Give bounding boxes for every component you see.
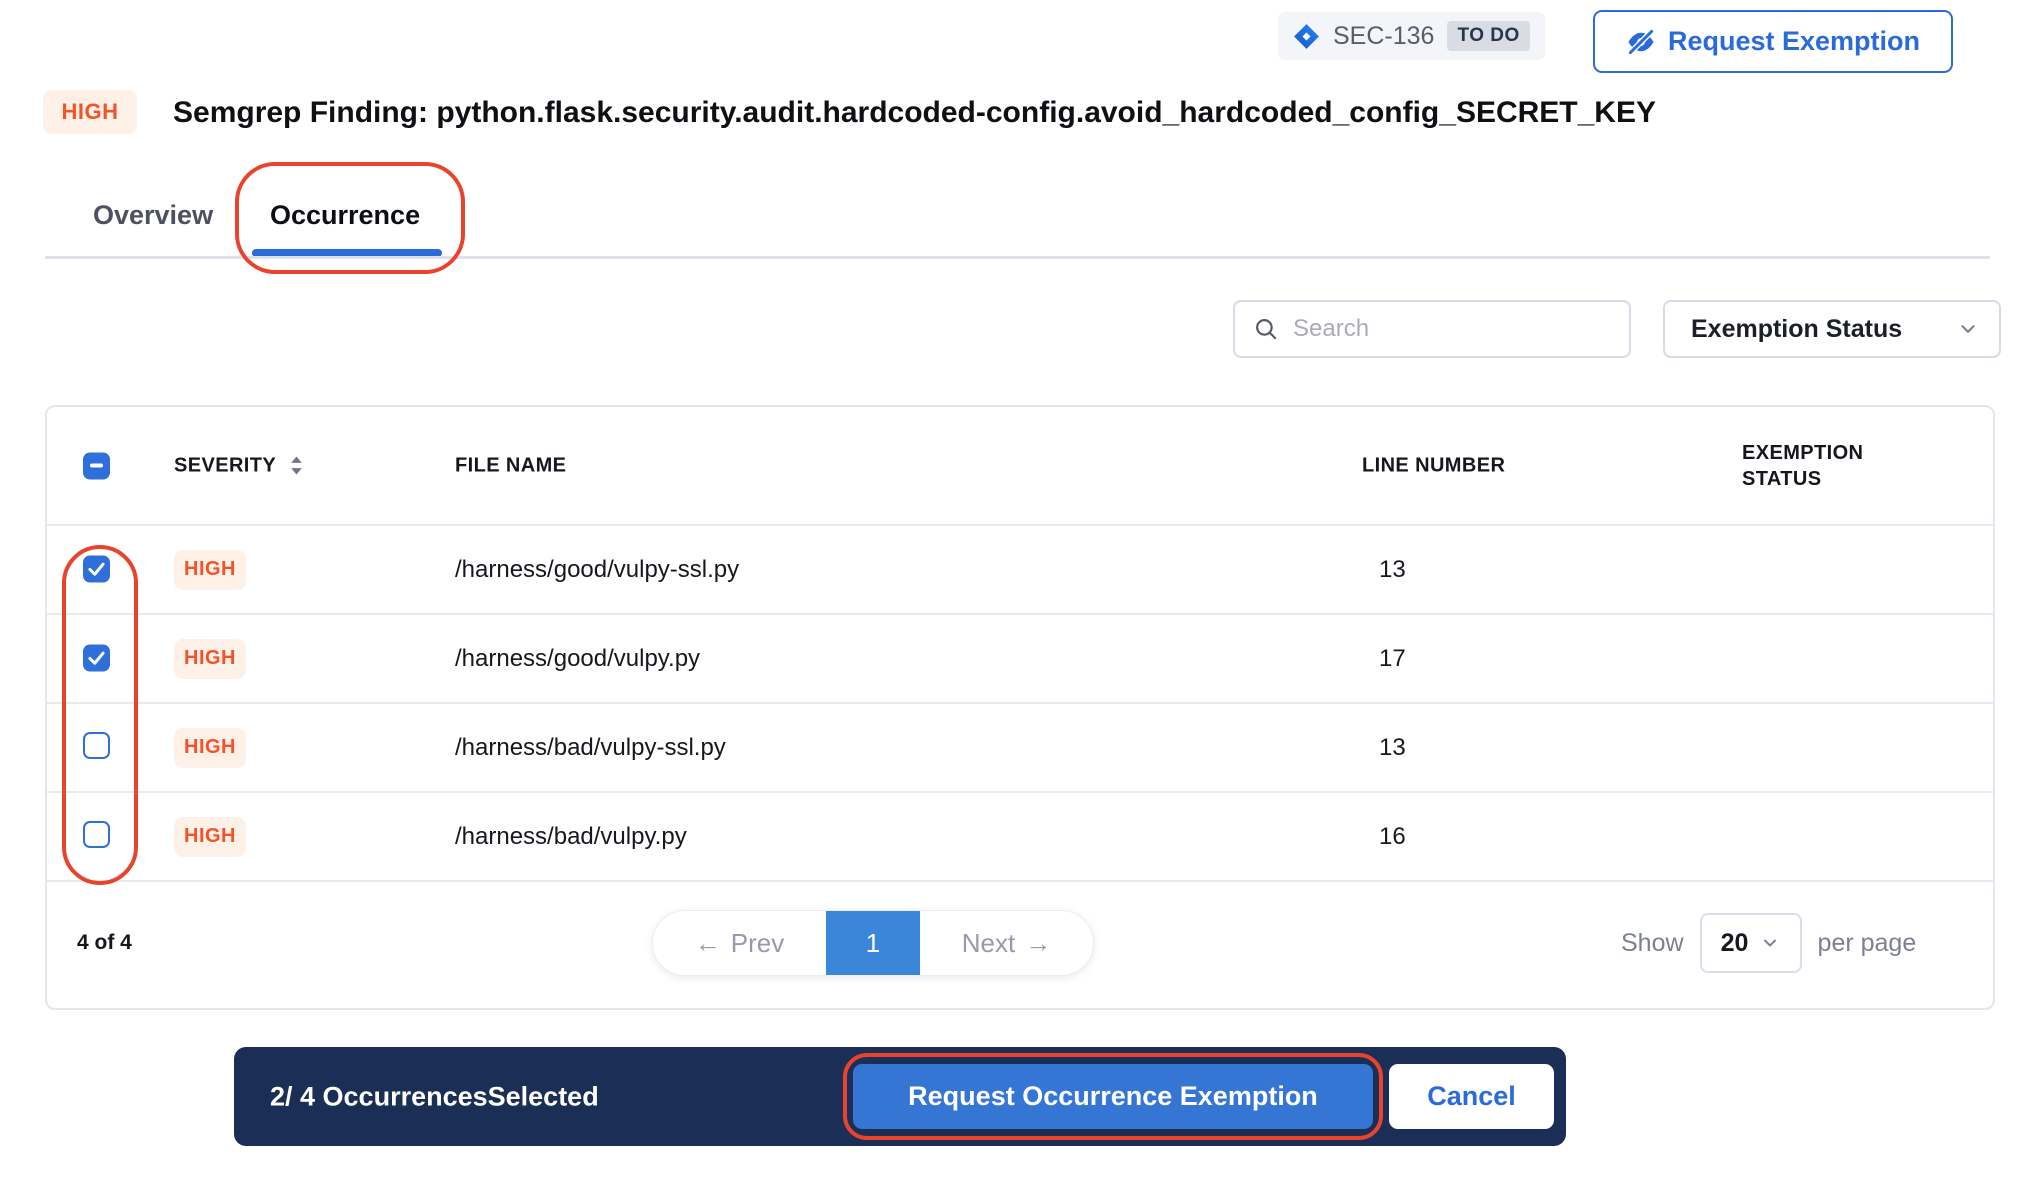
column-header-exemption-status: EXEMPTION STATUS <box>1742 440 1907 492</box>
request-exemption-label: Request Exemption <box>1668 26 1920 57</box>
jira-issue-key: SEC-136 <box>1333 22 1434 51</box>
line-number-cell: 16 <box>1379 823 1406 851</box>
next-label: Next <box>962 928 1015 959</box>
prev-label: Prev <box>731 928 784 959</box>
file-name-cell: /harness/bad/vulpy.py <box>455 823 687 851</box>
line-number-cell: 13 <box>1379 734 1406 762</box>
file-name-cell: /harness/good/vulpy.py <box>455 645 700 673</box>
pagination: ← Prev 1 Next → <box>652 910 1094 976</box>
jira-issue-chip[interactable]: SEC-136 TO DO <box>1278 12 1545 60</box>
tabs-divider <box>45 256 1990 259</box>
arrow-left-icon: ← <box>695 928 721 959</box>
selection-action-bar: 2/ 4 OccurrencesSelected Request Occurre… <box>234 1047 1566 1146</box>
table-row[interactable]: HIGH /harness/good/vulpy.py 17 <box>47 615 1993 704</box>
row-checkbox[interactable] <box>83 555 110 582</box>
table-row[interactable]: HIGH /harness/good/vulpy-ssl.py 13 <box>47 526 1993 615</box>
row-count: 4 of 4 <box>77 931 132 955</box>
tab-overview[interactable]: Overview <box>93 200 213 231</box>
chevron-down-icon <box>1957 318 1979 340</box>
severity-badge: HIGH <box>174 817 246 857</box>
line-number-cell: 17 <box>1379 645 1406 673</box>
column-header-line-number: LINE NUMBER <box>1362 454 1505 477</box>
next-page-button[interactable]: Next → <box>920 911 1093 975</box>
per-page-label: per page <box>1818 929 1917 958</box>
page-size-control: Show 20 per page <box>1621 913 1916 973</box>
column-header-severity: SEVERITY <box>174 454 276 477</box>
table-header-row: SEVERITY FILE NAME LINE NUMBER EXEMPTION… <box>47 407 1993 526</box>
page-size-select[interactable]: 20 <box>1700 913 1802 973</box>
page-size-value: 20 <box>1721 929 1749 958</box>
severity-badge: HIGH <box>174 639 246 679</box>
row-checkbox[interactable] <box>83 644 110 671</box>
finding-details-page: SEC-136 TO DO Request Exemption HIGH Sem… <box>0 0 2030 1198</box>
selection-count-text: 2/ 4 OccurrencesSelected <box>270 1081 599 1112</box>
table-footer: 4 of 4 ← Prev 1 Next → Show 20 <box>47 882 1993 1004</box>
request-occurrence-exemption-button[interactable]: Request Occurrence Exemption <box>853 1064 1373 1129</box>
occurrences-table: SEVERITY FILE NAME LINE NUMBER EXEMPTION… <box>45 405 1995 1010</box>
severity-badge: HIGH <box>174 728 246 768</box>
file-name-cell: /harness/good/vulpy-ssl.py <box>455 556 739 584</box>
line-number-cell: 13 <box>1379 556 1406 584</box>
eye-slash-icon <box>1626 27 1656 57</box>
current-page-button[interactable]: 1 <box>826 911 920 975</box>
tab-occurrence[interactable]: Occurrence <box>270 200 420 231</box>
search-box <box>1233 300 1631 358</box>
search-icon <box>1253 316 1279 342</box>
chevron-down-icon <box>1760 933 1780 953</box>
request-exemption-button[interactable]: Request Exemption <box>1593 10 1953 73</box>
sort-icon[interactable] <box>290 457 303 475</box>
search-input[interactable] <box>1293 315 1611 343</box>
select-all-checkbox[interactable] <box>83 452 110 479</box>
table-body: HIGH /harness/good/vulpy-ssl.py 13 HIGH … <box>47 526 1993 882</box>
page-title: Semgrep Finding: python.flask.security.a… <box>173 96 1656 130</box>
arrow-right-icon: → <box>1025 928 1051 959</box>
cancel-button[interactable]: Cancel <box>1389 1064 1554 1129</box>
table-row[interactable]: HIGH /harness/bad/vulpy-ssl.py 13 <box>47 704 1993 793</box>
row-checkbox[interactable] <box>83 821 110 848</box>
finding-severity-badge: HIGH <box>43 90 137 134</box>
table-row[interactable]: HIGH /harness/bad/vulpy.py 16 <box>47 793 1993 882</box>
jira-icon <box>1293 23 1320 50</box>
jira-status-badge: TO DO <box>1447 21 1529 51</box>
exemption-status-filter[interactable]: Exemption Status <box>1663 300 2001 358</box>
file-name-cell: /harness/bad/vulpy-ssl.py <box>455 734 726 762</box>
exemption-status-filter-label: Exemption Status <box>1691 315 1902 344</box>
row-checkbox[interactable] <box>83 732 110 759</box>
show-label: Show <box>1621 929 1684 958</box>
severity-badge: HIGH <box>174 550 246 590</box>
prev-page-button[interactable]: ← Prev <box>653 911 826 975</box>
column-header-file-name: FILE NAME <box>455 454 566 477</box>
